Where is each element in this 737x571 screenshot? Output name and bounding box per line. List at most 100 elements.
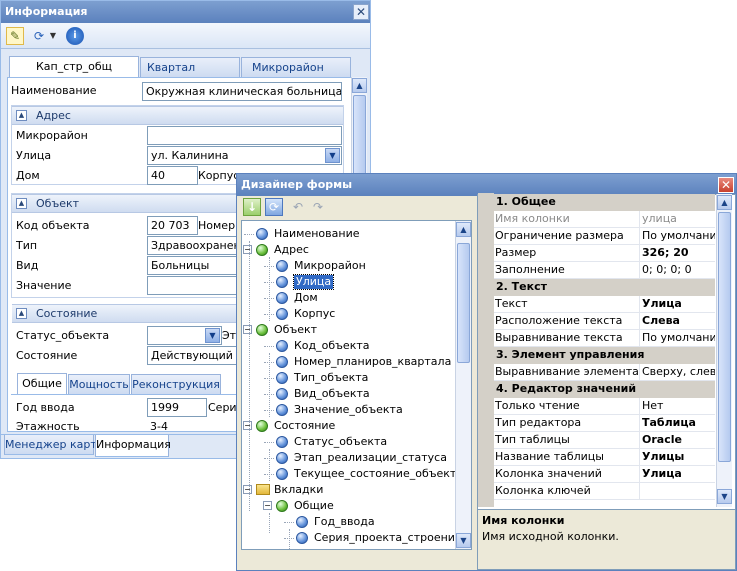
scroll-down-icon[interactable]: ▼ — [456, 533, 471, 548]
collapse-icon[interactable]: − — [243, 485, 252, 494]
prop-readonly[interactable]: Только чтение Нет — [478, 398, 715, 415]
tree-item[interactable]: Этап_реализации_статуса — [294, 451, 447, 465]
category-general[interactable]: − 1. Общее — [478, 194, 715, 211]
scroll-up-icon[interactable]: ▲ — [717, 195, 732, 210]
tree-item[interactable]: Вкладки — [274, 483, 323, 497]
state-label: Состояние — [16, 349, 78, 362]
tree-item[interactable]: Корпус — [294, 307, 335, 321]
scroll-thumb[interactable] — [353, 95, 366, 185]
tree-item[interactable]: Тип_объекта — [294, 371, 368, 385]
tree-item[interactable]: Улица — [292, 274, 335, 290]
tree-item[interactable]: Дом — [294, 291, 318, 305]
tree-item[interactable]: Микрорайон — [294, 259, 366, 273]
info-icon[interactable]: i — [66, 27, 84, 45]
prop-value — [640, 483, 715, 499]
subtab-capacity[interactable]: Мощность — [68, 374, 130, 394]
prop-element-align[interactable]: Выравнивание элемента Сверху, слева — [478, 364, 715, 381]
category-editor[interactable]: − 4. Редактор значений — [478, 381, 715, 398]
category-control[interactable]: − 3. Элемент управления — [478, 347, 715, 364]
collapse-icon[interactable]: ▲ — [16, 198, 27, 209]
tree-item[interactable]: Серия_проекта_строения — [314, 531, 462, 545]
street-label: Улица — [16, 149, 52, 162]
download-icon[interactable]: ↓ — [243, 198, 261, 216]
prop-text[interactable]: Текст Улица — [478, 296, 715, 313]
name-field[interactable]: Окружная клиническая больница. У ХМ — [142, 82, 342, 101]
chevron-down-icon[interactable]: ▼ — [205, 328, 220, 343]
prop-column-name[interactable]: Имя колонки улица — [478, 211, 715, 228]
refresh-icon[interactable]: ⟳ — [265, 198, 283, 216]
prop-table-name[interactable]: Название таблицы Улицы — [478, 449, 715, 466]
tree-item[interactable]: Текущее_состояние_объекта — [294, 467, 463, 481]
year-field[interactable]: 1999 — [147, 398, 207, 417]
scroll-down-icon[interactable]: ▼ — [717, 489, 732, 504]
tab-mikrorayon[interactable]: Микрорайон — [241, 57, 351, 77]
tree-item[interactable]: Номер_планиров_квартала — [294, 355, 451, 369]
collapse-icon[interactable]: − — [263, 501, 272, 510]
tree-item[interactable]: Код_объекта — [294, 339, 370, 353]
undo-icon[interactable]: ↶ — [289, 198, 307, 216]
prop-value-column[interactable]: Колонка значений Улица — [478, 466, 715, 483]
collapse-icon[interactable]: ▲ — [16, 308, 27, 319]
refresh-icon[interactable]: ⟳ — [30, 27, 48, 45]
status-select[interactable]: ▼ — [147, 326, 222, 345]
node-icon — [276, 468, 288, 480]
redo-icon[interactable]: ↷ — [309, 198, 327, 216]
tree-item[interactable]: Наименование — [274, 227, 359, 241]
tree-item[interactable]: Объект — [274, 323, 317, 337]
edit-icon[interactable]: ✎ — [6, 27, 24, 45]
prop-text-align[interactable]: Выравнивание текста По умолчанию — [478, 330, 715, 347]
close-icon[interactable]: ✕ — [718, 177, 734, 193]
tab-kap-str-obsh[interactable]: Кап_стр_общ — [9, 56, 139, 77]
close-icon[interactable]: ✕ — [353, 4, 369, 20]
chevron-down-icon[interactable]: ▼ — [48, 27, 58, 45]
property-scroll-thumb[interactable] — [718, 212, 731, 462]
prop-name: Название таблицы — [494, 449, 640, 465]
tree-item[interactable]: Состояние — [274, 419, 335, 433]
prop-value: улица — [642, 212, 677, 225]
prop-name: Выравнивание текста — [494, 330, 640, 346]
prop-text-position[interactable]: Расположение текста Слева — [478, 313, 715, 330]
prop-size-limit[interactable]: Ограничение размера По умолчанию — [478, 228, 715, 245]
collapse-icon[interactable]: ▲ — [16, 110, 27, 121]
tab-map-manager[interactable]: Менеджер карт — [4, 435, 97, 455]
scroll-up-icon[interactable]: ▲ — [352, 78, 367, 93]
prop-table-type[interactable]: Тип таблицы Oracle — [478, 432, 715, 449]
tree-item[interactable]: Значение_объекта — [294, 403, 403, 417]
object-code-field[interactable]: 20 703 — [147, 216, 198, 235]
prop-value: Улица — [642, 297, 682, 310]
category-text[interactable]: − 2. Текст — [478, 279, 715, 296]
prop-name: Выравнивание элемента — [495, 364, 640, 380]
tree-scrollbar[interactable]: ▲ ▼ — [455, 221, 471, 549]
subtab-general[interactable]: Общие — [17, 373, 67, 394]
prop-padding[interactable]: + Заполнение 0; 0; 0; 0 — [478, 262, 715, 279]
category-general-label: 1. Общее — [496, 195, 556, 208]
tree-item[interactable]: Вид_объекта — [294, 387, 370, 401]
prop-value: Таблица — [642, 416, 696, 429]
tree-item[interactable]: Общие — [294, 499, 334, 513]
prop-editor-type[interactable]: Тип редактора Таблица — [478, 415, 715, 432]
subtab-reconstruction[interactable]: Реконструкция — [131, 374, 221, 394]
prop-value: Улица — [642, 467, 682, 480]
property-scrollbar[interactable]: ▲ ▼ — [716, 194, 732, 507]
tree-item[interactable]: Год_ввода — [314, 515, 375, 529]
chevron-down-icon[interactable]: ▼ — [325, 148, 340, 163]
collapse-icon[interactable]: − — [243, 325, 252, 334]
prop-key-column[interactable]: Колонка ключей — [478, 483, 715, 500]
street-select[interactable]: ул. Калинина ▼ — [147, 146, 342, 165]
microdistrict-field[interactable] — [147, 126, 342, 145]
prop-size[interactable]: + Размер 326; 20 — [478, 245, 715, 262]
prop-value: По умолчанию — [642, 229, 715, 242]
tree-item[interactable]: Статус_объекта — [294, 435, 387, 449]
house-field[interactable]: 40 — [147, 166, 198, 185]
scroll-up-icon[interactable]: ▲ — [456, 222, 471, 237]
description-panel: Имя колонки Имя исходной колонки. — [477, 509, 736, 570]
collapse-icon[interactable]: − — [243, 245, 252, 254]
tree-scroll-thumb[interactable] — [457, 243, 470, 363]
tab-kvartal[interactable]: Квартал — [140, 57, 240, 77]
prop-name: Тип таблицы — [494, 432, 640, 448]
collapse-icon[interactable]: − — [243, 421, 252, 430]
address-group-header[interactable]: ▲ Адрес — [12, 106, 343, 125]
tree-item[interactable]: Адрес — [274, 243, 309, 257]
info-toolbar: ✎ ⟳ ▼ i — [1, 23, 370, 49]
tab-information[interactable]: Информация — [95, 435, 171, 457]
